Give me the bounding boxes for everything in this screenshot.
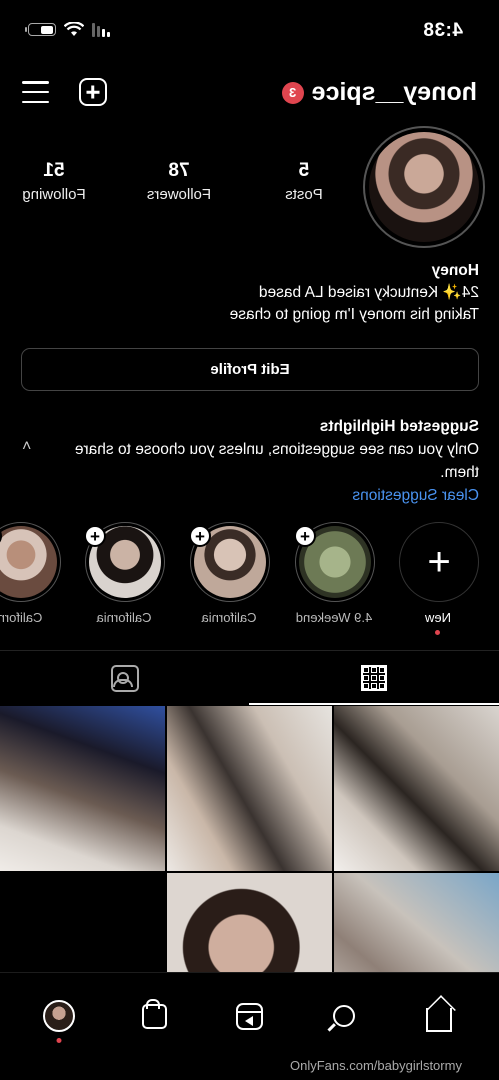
nav-shop[interactable] <box>130 991 180 1041</box>
profile-bio: Honey 24✨ Kentucky raised LA based Takin… <box>19 260 479 326</box>
tab-grid[interactable] <box>250 651 499 705</box>
profile-indicator-dot <box>57 1038 62 1043</box>
highlight-thumb <box>0 526 57 598</box>
highlight-item[interactable]: + California <box>188 522 270 625</box>
home-icon <box>426 1008 453 1032</box>
profile-avatar[interactable] <box>363 126 485 248</box>
reels-icon <box>236 1002 263 1030</box>
grid-photo[interactable] <box>0 706 165 871</box>
highlight-circle: + <box>399 522 479 602</box>
status-bar: 4:38 <box>0 0 499 60</box>
highlight-label: California <box>201 610 257 625</box>
new-indicator-dot <box>435 630 441 635</box>
profile-tabs <box>0 650 499 705</box>
profile-stats: 5 Posts 78 Followers 51 Following <box>19 160 339 203</box>
highlight-label: 4.9 Weekend <box>295 610 373 625</box>
stat-followers[interactable]: 78 Followers <box>144 160 214 203</box>
header-actions <box>22 78 107 106</box>
wifi-icon <box>64 22 84 36</box>
stat-value: 5 <box>298 160 310 181</box>
stat-label: Posts <box>285 186 323 203</box>
suggested-text: Only you can see suggestions, unless you… <box>74 441 479 481</box>
grid-icon <box>361 665 388 691</box>
highlight-circle: + <box>84 522 165 602</box>
grid-photo[interactable] <box>167 706 332 871</box>
highlight-item[interactable]: + 4.9 Weekend <box>293 522 375 625</box>
highlights-row: + New + 4.9 Weekend + California + Calif… <box>0 522 479 635</box>
stat-label: Following <box>22 186 86 203</box>
highlight-item[interactable]: + Californ <box>0 522 61 625</box>
highlight-circle: + <box>189 522 270 602</box>
stat-value: 51 <box>43 160 65 181</box>
suggested-highlights: Suggested Highlights Only you can see su… <box>19 415 479 507</box>
nav-profile[interactable] <box>35 991 85 1043</box>
tab-tagged[interactable] <box>0 651 250 705</box>
watermark: OnlyFans.com/babygirlstormy <box>290 1058 462 1073</box>
suggested-title: Suggested Highlights <box>319 418 479 435</box>
mirrored-screen: 4:38 honey__spice 3 5 Posts 78 Followers… <box>0 0 499 1080</box>
grid-photo[interactable] <box>334 706 499 871</box>
nav-reels[interactable] <box>225 991 275 1041</box>
add-icon[interactable]: + <box>84 525 106 547</box>
add-icon[interactable]: + <box>294 525 316 547</box>
clear-suggestions-link[interactable]: Clear Suggestions <box>19 484 479 507</box>
shop-icon <box>142 1003 167 1029</box>
status-time: 4:38 <box>422 20 463 41</box>
nav-search[interactable] <box>320 991 370 1041</box>
profile-header: honey__spice 3 <box>0 70 499 118</box>
collapse-chevron-icon[interactable]: ˄ <box>22 438 31 456</box>
display-name: Honey <box>431 262 479 279</box>
stat-following[interactable]: 51 Following <box>19 160 89 203</box>
nav-home[interactable] <box>415 991 465 1041</box>
highlight-circle: + <box>0 522 61 602</box>
tagged-icon <box>110 664 139 692</box>
highlight-label: California <box>96 610 152 625</box>
profile-avatar-icon <box>43 1000 76 1032</box>
bio-line: Taking his money I'm going to chase <box>229 306 479 323</box>
account-switcher[interactable]: honey__spice 3 <box>281 78 477 107</box>
edit-profile-button[interactable]: Edit Profile <box>21 348 479 391</box>
create-post-icon[interactable] <box>79 78 107 106</box>
status-icons <box>28 22 110 37</box>
avatar-image <box>369 132 479 242</box>
highlight-circle: + <box>294 522 375 602</box>
username: honey__spice <box>311 78 477 106</box>
battery-icon <box>28 23 56 36</box>
add-icon[interactable]: + <box>189 525 211 547</box>
highlight-label: Californ <box>0 610 43 625</box>
highlight-label: New <box>425 610 452 625</box>
highlight-new[interactable]: + New <box>397 522 479 635</box>
search-icon <box>333 1005 356 1027</box>
bio-line: 24✨ Kentucky raised LA based <box>258 284 479 301</box>
plus-icon: + <box>427 539 451 584</box>
highlight-item[interactable]: + California <box>83 522 165 625</box>
stat-value: 78 <box>168 160 190 181</box>
notification-badge: 3 <box>281 81 304 104</box>
menu-icon[interactable] <box>22 81 49 103</box>
stat-label: Followers <box>146 186 212 203</box>
signal-icon <box>92 22 110 37</box>
stat-posts[interactable]: 5 Posts <box>269 160 339 203</box>
